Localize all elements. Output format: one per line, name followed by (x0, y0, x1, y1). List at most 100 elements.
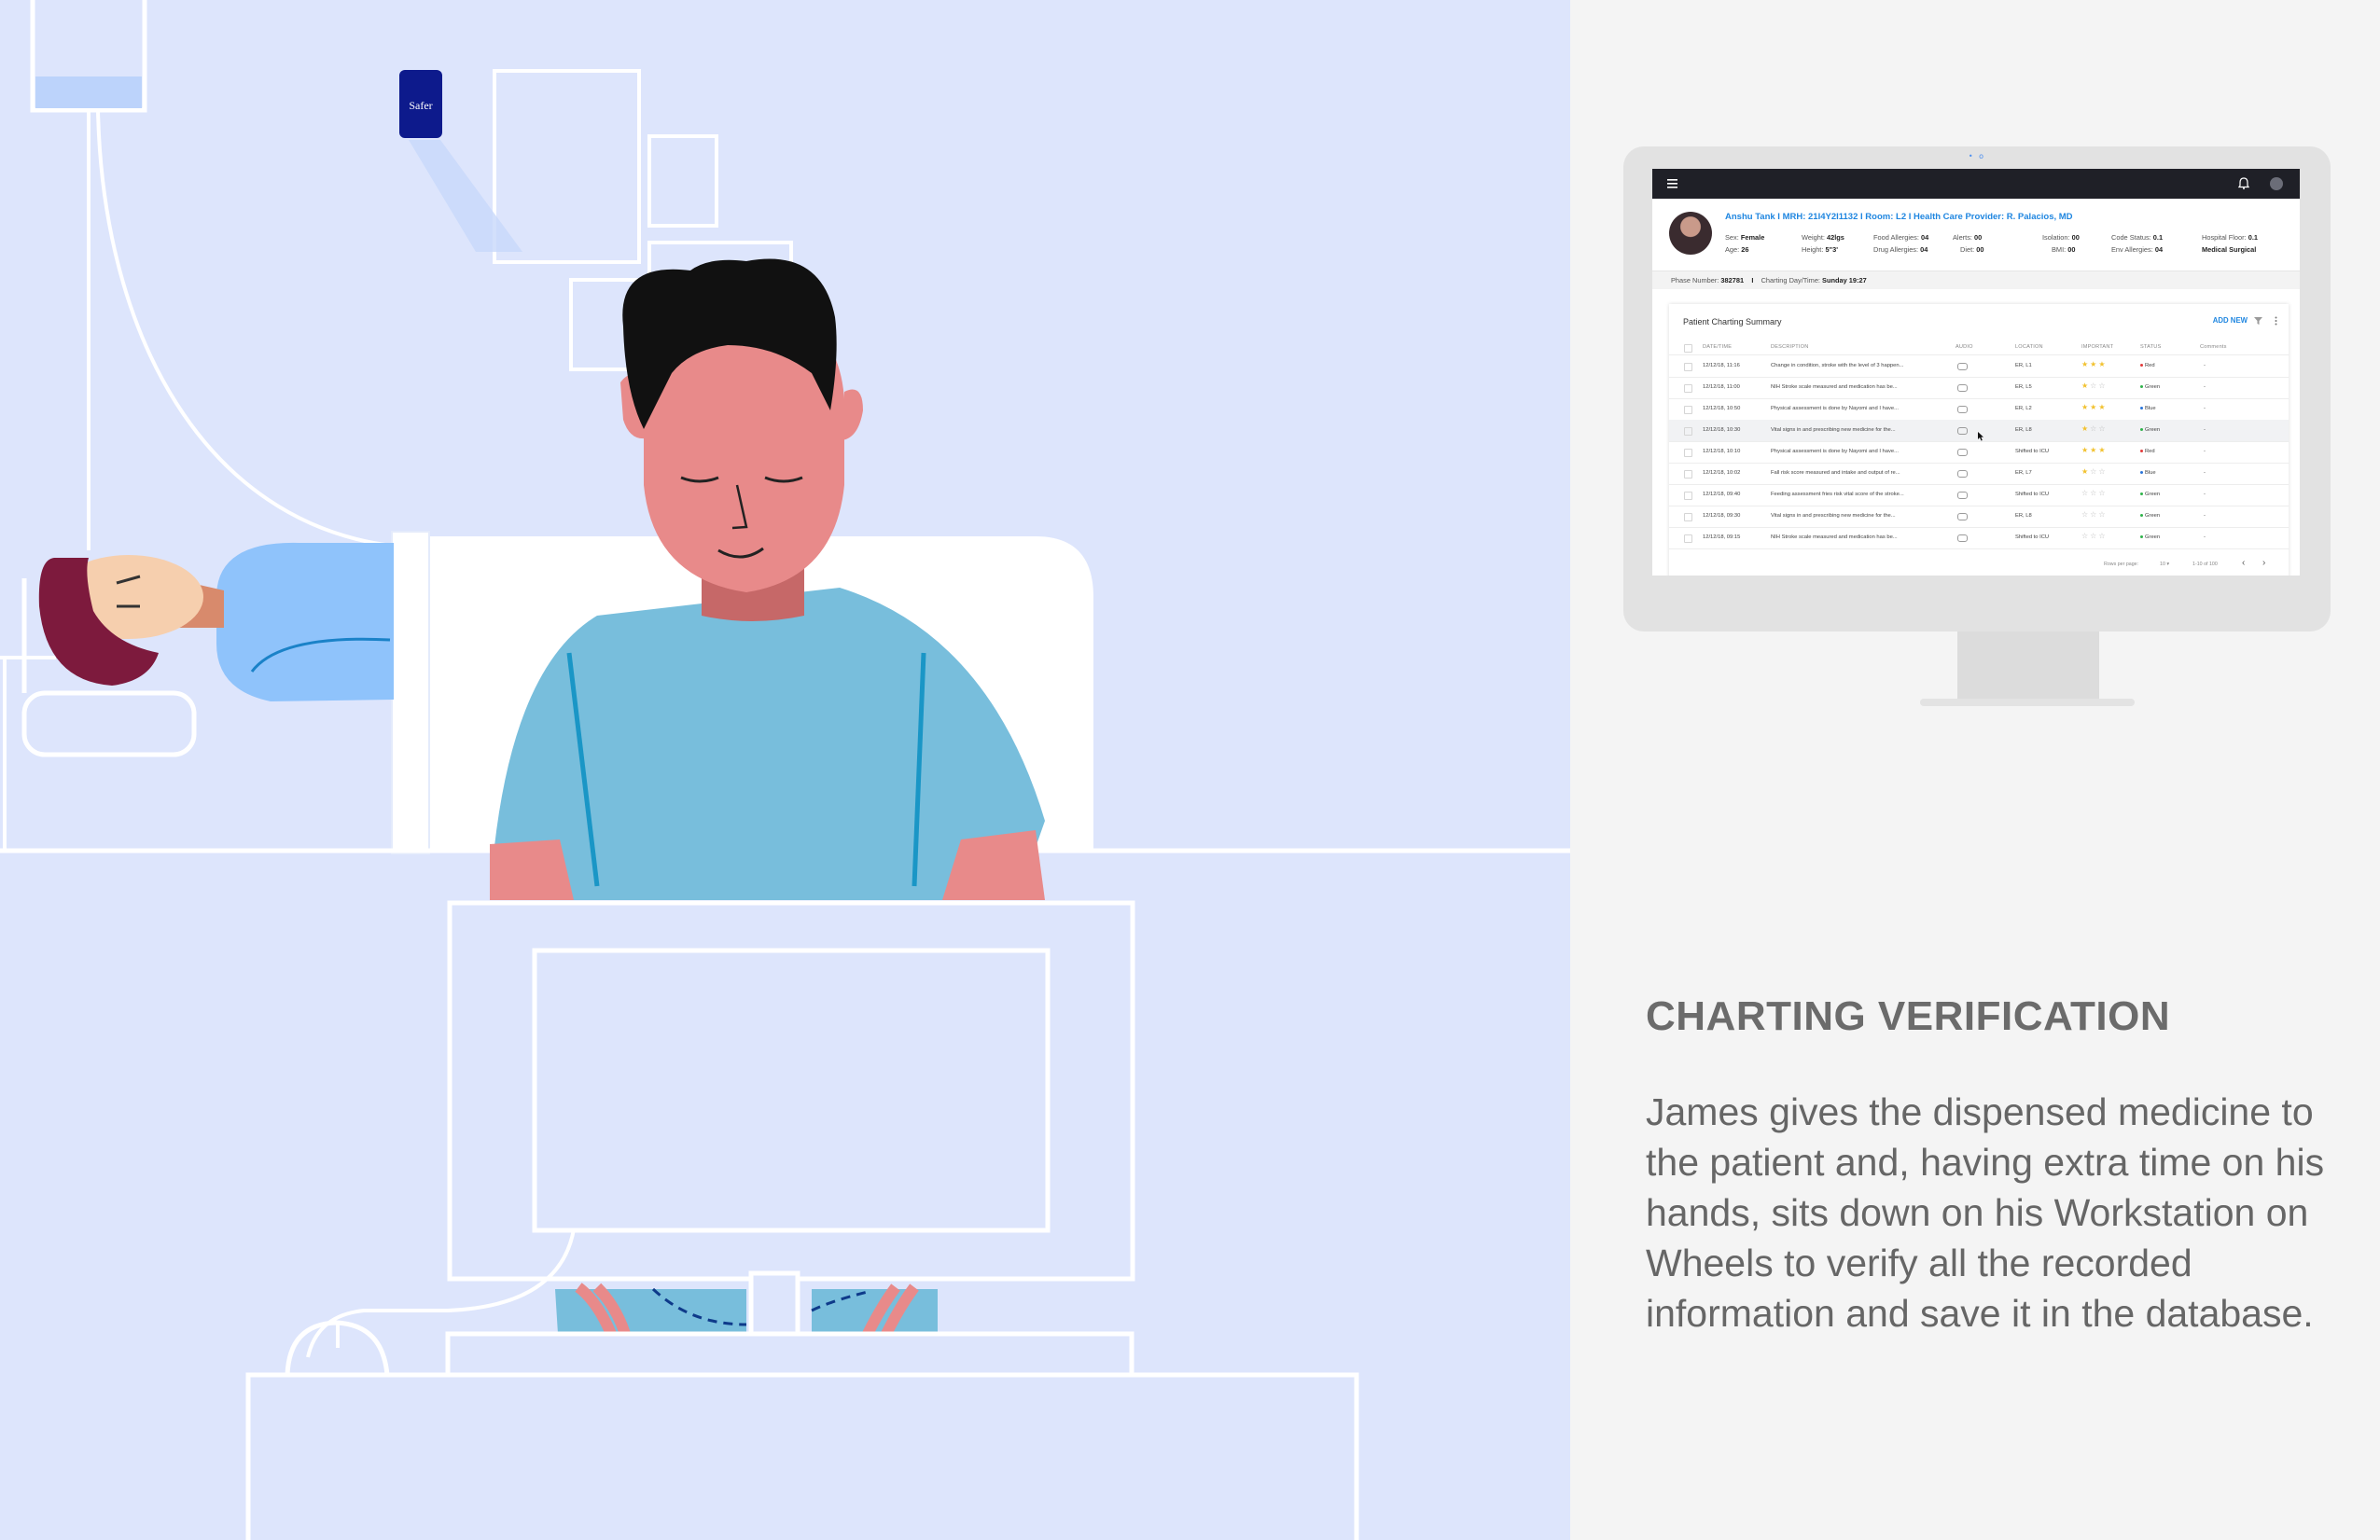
audio-play-icon[interactable] (1957, 406, 1968, 413)
row-comment[interactable]: - (2204, 513, 2206, 519)
bell-icon[interactable] (2238, 177, 2249, 189)
row-checkbox[interactable] (1684, 449, 1692, 457)
star-icon[interactable]: ☆ (2098, 489, 2107, 497)
row-location: ER, L5 (2015, 384, 2032, 390)
row-comment[interactable]: - (2204, 492, 2206, 497)
row-comment[interactable]: - (2204, 470, 2206, 476)
row-comment[interactable]: - (2204, 449, 2206, 454)
table-row[interactable]: 12/12/18, 09:15 NIH Stroke scale measured… (1669, 527, 2289, 549)
importance-stars[interactable]: ★☆☆ (2081, 424, 2108, 433)
audio-play-icon[interactable] (1957, 384, 1968, 392)
star-icon[interactable]: ★ (2081, 403, 2090, 411)
desktop-monitor: • o Anshu Tank I MRH: 21I4Y2I1132 I Room… (1623, 146, 2331, 706)
table-row[interactable]: 12/12/18, 10:02 Fall risk score measured … (1669, 463, 2289, 485)
star-icon[interactable]: ★ (2081, 467, 2090, 476)
audio-play-icon[interactable] (1957, 427, 1968, 435)
table-row[interactable]: 12/12/18, 09:40 Feeding assessment fries … (1669, 484, 2289, 506)
row-datetime: 12/12/18, 10:50 (1703, 406, 1741, 411)
star-icon[interactable]: ☆ (2090, 489, 2098, 497)
section-heading: CHARTING VERIFICATION (1646, 993, 2171, 1039)
status-label: Green (2145, 513, 2161, 519)
importance-stars[interactable]: ★★★ (2081, 403, 2108, 411)
add-new-button[interactable]: ADD NEW (2213, 316, 2248, 325)
hamburger-menu-icon[interactable] (1667, 179, 1677, 188)
star-icon[interactable]: ★ (2081, 360, 2090, 368)
row-location: ER, L1 (2015, 363, 2032, 368)
filter-icon[interactable] (2254, 317, 2262, 325)
importance-stars[interactable]: ★★★ (2081, 446, 2108, 454)
col-comments[interactable]: Comments (2200, 344, 2227, 350)
row-checkbox[interactable] (1684, 470, 1692, 479)
star-icon[interactable]: ☆ (2090, 424, 2098, 433)
row-checkbox[interactable] (1684, 492, 1692, 500)
col-description[interactable]: DESCRIPTION (1771, 344, 1808, 350)
col-datetime[interactable]: DATE/TIME (1703, 344, 1732, 350)
row-checkbox[interactable] (1684, 427, 1692, 436)
col-location[interactable]: LOCATION (2015, 344, 2043, 350)
row-checkbox[interactable] (1684, 406, 1692, 414)
star-icon[interactable]: ☆ (2090, 532, 2098, 540)
star-icon[interactable]: ☆ (2098, 532, 2107, 540)
row-checkbox[interactable] (1684, 534, 1692, 543)
audio-play-icon[interactable] (1957, 492, 1968, 499)
select-all-checkbox[interactable] (1684, 344, 1692, 353)
star-icon[interactable]: ☆ (2090, 510, 2098, 519)
importance-stars[interactable]: ★☆☆ (2081, 382, 2108, 390)
star-icon[interactable]: ☆ (2098, 382, 2107, 390)
audio-play-icon[interactable] (1957, 363, 1968, 370)
importance-stars[interactable]: ☆☆☆ (2081, 489, 2108, 497)
table-row[interactable]: 12/12/18, 11:00 NIH Stroke scale measured… (1669, 377, 2289, 399)
star-icon[interactable]: ★ (2081, 424, 2090, 433)
star-icon[interactable]: ★ (2098, 403, 2107, 411)
star-icon[interactable]: ★ (2090, 446, 2098, 454)
importance-stars[interactable]: ☆☆☆ (2081, 532, 2108, 540)
status-dot-icon (2140, 449, 2143, 452)
star-icon[interactable]: ★ (2081, 446, 2090, 454)
star-icon[interactable]: ★ (2098, 446, 2107, 454)
star-icon[interactable]: ★ (2098, 360, 2107, 368)
row-comment[interactable]: - (2204, 427, 2206, 433)
star-icon[interactable]: ☆ (2090, 382, 2098, 390)
row-comment[interactable]: - (2204, 406, 2206, 411)
audio-play-icon[interactable] (1957, 470, 1968, 478)
row-checkbox[interactable] (1684, 513, 1692, 521)
star-icon[interactable]: ★ (2090, 403, 2098, 411)
importance-stars[interactable]: ★★★ (2081, 360, 2108, 368)
status-label: Blue (2145, 406, 2156, 411)
next-page-button[interactable]: › (2262, 558, 2265, 568)
row-comment[interactable]: - (2204, 384, 2206, 390)
row-status: Green (2140, 534, 2160, 540)
rows-per-page-select[interactable]: 10 ▾ (2160, 562, 2169, 567)
row-comment[interactable]: - (2204, 534, 2206, 540)
col-important[interactable]: IMPORTANT (2081, 344, 2113, 350)
table-row[interactable]: 12/12/18, 09:30 Vital signs in and prescr… (1669, 506, 2289, 528)
importance-stars[interactable]: ☆☆☆ (2081, 510, 2108, 519)
audio-play-icon[interactable] (1957, 513, 1968, 520)
audio-play-icon[interactable] (1957, 534, 1968, 542)
star-icon[interactable]: ☆ (2090, 467, 2098, 476)
row-checkbox[interactable] (1684, 384, 1692, 393)
audio-play-icon[interactable] (1957, 449, 1968, 456)
star-icon[interactable]: ★ (2090, 360, 2098, 368)
star-icon[interactable]: ☆ (2081, 532, 2090, 540)
star-icon[interactable]: ☆ (2081, 510, 2090, 519)
star-icon[interactable]: ☆ (2098, 467, 2107, 476)
importance-stars[interactable]: ★☆☆ (2081, 467, 2108, 476)
prev-page-button[interactable]: ‹ (2242, 558, 2245, 568)
row-checkbox[interactable] (1684, 363, 1692, 371)
row-location: ER, L2 (2015, 406, 2032, 411)
star-icon[interactable]: ☆ (2081, 489, 2090, 497)
row-location: ER, L8 (2015, 513, 2032, 519)
col-audio[interactable]: AUDIO (1955, 344, 1973, 350)
col-status[interactable]: STATUS (2140, 344, 2161, 350)
table-row[interactable]: 12/12/18, 10:10 Physical assessment is do… (1669, 441, 2289, 464)
more-options-icon[interactable] (2275, 316, 2277, 326)
star-icon[interactable]: ★ (2081, 382, 2090, 390)
star-icon[interactable]: ☆ (2098, 424, 2107, 433)
table-row[interactable]: 12/12/18, 11:16 Change in condition, stro… (1669, 355, 2289, 378)
user-avatar-icon[interactable] (2270, 177, 2283, 190)
star-icon[interactable]: ☆ (2098, 510, 2107, 519)
row-comment[interactable]: - (2204, 363, 2206, 368)
table-row[interactable]: 12/12/18, 10:50 Physical assessment is do… (1669, 398, 2289, 421)
nurse-illustration: Safer (0, 0, 1570, 1540)
